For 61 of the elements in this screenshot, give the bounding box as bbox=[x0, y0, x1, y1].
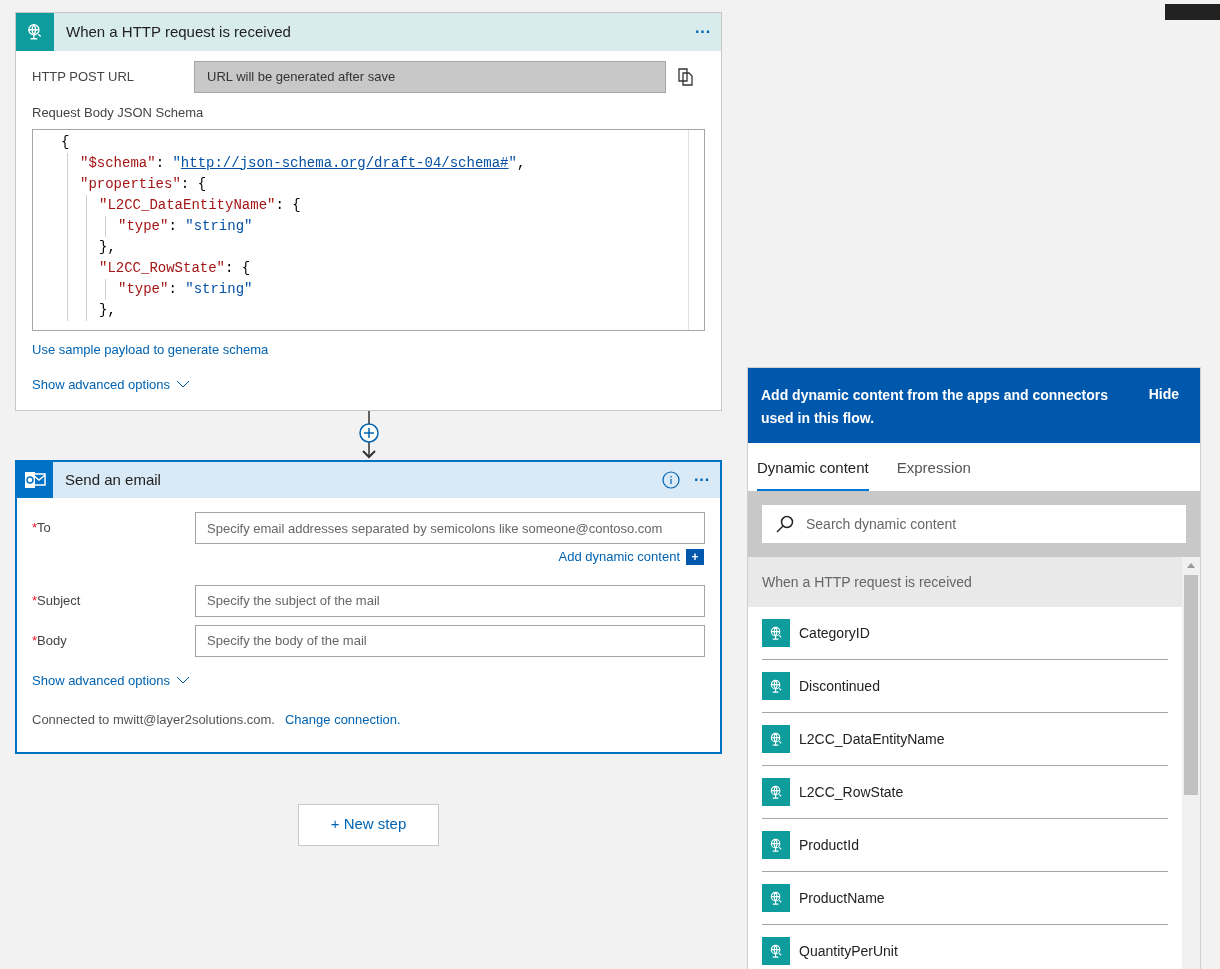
dark-bar bbox=[1165, 4, 1220, 20]
chevron-down-icon bbox=[176, 676, 191, 685]
more-button[interactable]: ··· bbox=[695, 20, 711, 44]
dynamic-content-item[interactable]: L2CC_RowState bbox=[799, 781, 904, 803]
change-connection-link[interactable]: Change connection. bbox=[285, 710, 401, 730]
code-line: "L2CC_DataEntityName": { bbox=[99, 195, 301, 215]
input-field[interactable]: Specify email addresses separated by semicolons like someone@contoso.com bbox=[195, 512, 705, 544]
dynamic-content-item[interactable]: QuantityPerUnit bbox=[799, 940, 898, 962]
globe-icon bbox=[26, 23, 44, 41]
dynamic-content-item[interactable]: ProductId bbox=[799, 834, 859, 856]
sample-payload-link[interactable]: Use sample payload to generate schema bbox=[32, 341, 269, 357]
input-field[interactable]: Specify the subject of the mail bbox=[195, 584, 705, 617]
scroll-up-arrow-icon[interactable] bbox=[1187, 563, 1195, 568]
card-title: When a HTTP request is received bbox=[66, 21, 291, 42]
dynamic-content-item[interactable]: L2CC_DataEntityName bbox=[799, 728, 945, 750]
show-advanced-options[interactable]: Show advanced options bbox=[32, 670, 191, 690]
schema-link[interactable]: http://json-schema.org/draft-04/schema# bbox=[180, 154, 509, 171]
field-label: *To bbox=[32, 519, 52, 538]
globe-icon bbox=[768, 678, 784, 694]
code-line: }, bbox=[99, 300, 116, 320]
envelope-icon bbox=[24, 471, 46, 489]
globe-icon bbox=[768, 731, 784, 747]
chevron-down-icon bbox=[176, 380, 191, 389]
field-label: HTTP POST URL bbox=[32, 68, 136, 87]
field-label: Request Body JSON Schema bbox=[32, 104, 204, 122]
code-line: { bbox=[61, 132, 70, 152]
url-field: URL will be generated after save bbox=[194, 61, 666, 93]
add-dynamic-content-link[interactable]: Add dynamic content bbox=[558, 547, 680, 567]
hide-button[interactable]: Hide bbox=[1148, 384, 1179, 405]
code-line: }, bbox=[99, 237, 116, 257]
search-icon bbox=[776, 515, 794, 533]
code-editor[interactable]: { "$schema": "http://json-schema.org/draft-04/schema#", "properties": { "L2CC_DataEntityName": { "type": "string" }, "L2CC_RowState": { "type": "string" }, bbox=[32, 128, 705, 331]
dynamic-content-item[interactable]: Discontinued bbox=[799, 675, 880, 697]
globe-icon bbox=[768, 943, 784, 959]
copy-icon[interactable] bbox=[678, 68, 694, 86]
code-line: "properties": { bbox=[80, 174, 207, 194]
dynamic-content-item[interactable]: ProductName bbox=[799, 887, 885, 909]
field-label: *Body bbox=[32, 631, 68, 650]
input-field[interactable]: Specify the body of the mail bbox=[195, 624, 705, 657]
field-label: *Subject bbox=[32, 591, 82, 610]
globe-icon bbox=[768, 890, 784, 906]
globe-icon bbox=[768, 784, 784, 800]
card-title: Send an email bbox=[65, 469, 161, 490]
code-line: "$schema": "http://json-schema.org/draft-04/schema#", bbox=[80, 153, 526, 173]
add-icon[interactable]: + bbox=[686, 548, 704, 565]
section-header: When a HTTP request is received bbox=[748, 557, 1182, 607]
info-icon[interactable] bbox=[662, 471, 680, 489]
code-line: "type": "string" bbox=[118, 279, 253, 299]
show-advanced-options[interactable]: Show advanced options bbox=[32, 374, 191, 394]
globe-icon bbox=[768, 837, 784, 853]
code-line: "L2CC_RowState": { bbox=[99, 258, 251, 278]
dynamic-content-item[interactable]: CategoryID bbox=[799, 622, 870, 644]
panel-message: Add dynamic content from the apps and connectors used in this flow. bbox=[761, 386, 1109, 428]
more-button[interactable]: ··· bbox=[694, 468, 710, 492]
new-step-button[interactable]: + New step bbox=[298, 803, 439, 846]
connection-text: Connected to mwitt@layer2solutions.com. bbox=[32, 711, 275, 729]
globe-icon bbox=[768, 625, 784, 641]
search-field[interactable]: Search dynamic content bbox=[762, 505, 1186, 543]
panel-tab[interactable]: Expression bbox=[896, 443, 971, 491]
scrollbar[interactable] bbox=[1182, 557, 1200, 969]
code-line: "type": "string" bbox=[118, 216, 253, 236]
